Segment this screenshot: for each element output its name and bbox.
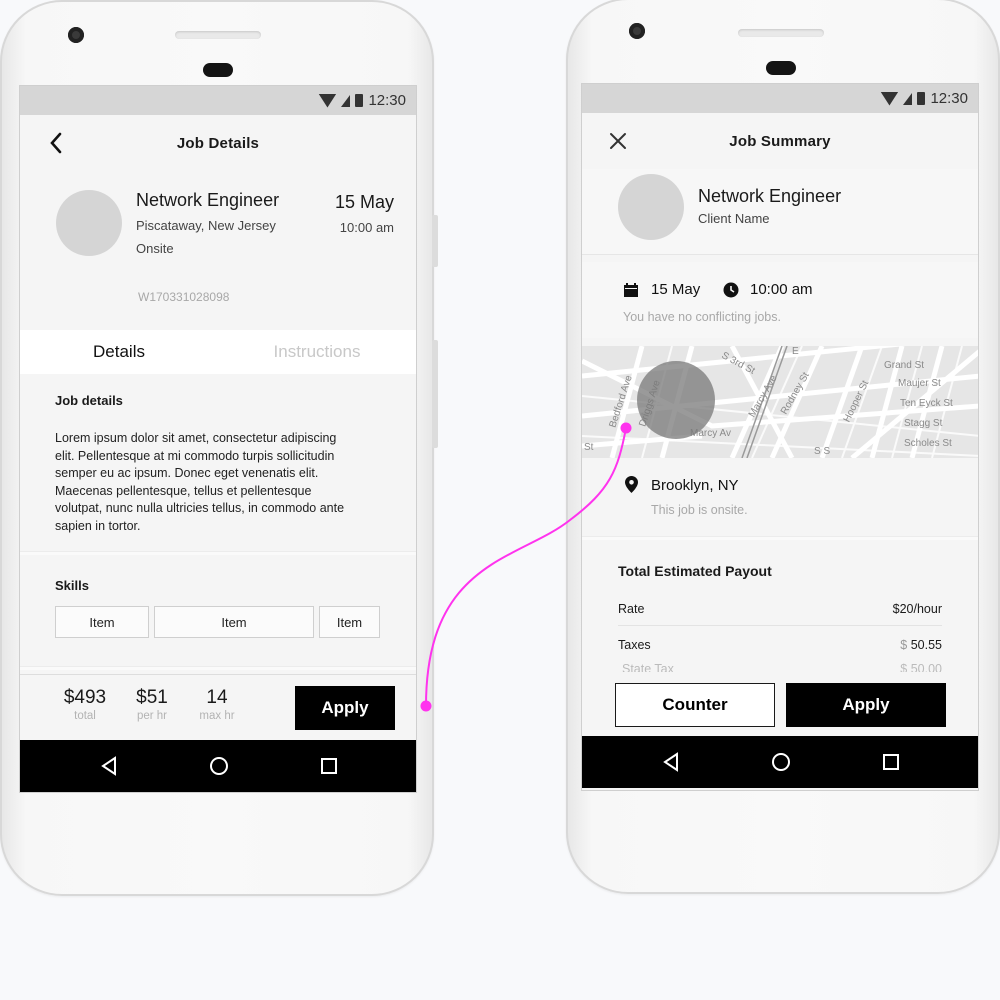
battery-icon — [355, 94, 364, 107]
job-location: Piscataway, New Jersey — [136, 218, 276, 233]
android-nav-bar — [20, 740, 416, 792]
payout-heading: Total Estimated Payout — [618, 563, 772, 579]
schedule-date: 15 May — [651, 281, 701, 298]
earpiece-speaker — [175, 31, 261, 39]
taxes-row: Taxes $ 50.55 — [618, 638, 942, 652]
tab-details[interactable]: Details — [20, 330, 218, 374]
power-button — [432, 340, 438, 448]
stat-total: $493 total — [63, 687, 107, 722]
avatar — [618, 174, 684, 240]
clock-icon — [723, 282, 739, 303]
map-street-label: Scholes St — [904, 438, 952, 449]
action-bar: Counter Apply — [582, 672, 978, 740]
map-street-label: Maujer St — [898, 378, 941, 389]
nav-back-icon[interactable] — [97, 754, 121, 778]
location-place: Brooklyn, NY — [651, 477, 739, 494]
job-type: Onsite — [136, 241, 174, 256]
front-camera — [68, 27, 84, 43]
job-title: Network Engineer — [136, 190, 280, 210]
conflict-note: You have no conflicting jobs. — [623, 310, 781, 324]
front-camera — [629, 23, 645, 39]
job-title: Network Engineer — [698, 186, 842, 206]
app-bar: Job Summary — [582, 113, 978, 169]
map-street-label: Ten Eyck St — [900, 398, 953, 409]
calendar-icon — [623, 282, 639, 303]
status-bar: 12:30 — [20, 86, 416, 115]
app-bar: Job Details — [20, 115, 416, 171]
tab-bar: Details Instructions — [20, 330, 416, 374]
rate-value: $20/hour — [892, 602, 942, 616]
skill-chip[interactable]: Item — [154, 606, 314, 638]
avatar — [56, 190, 122, 256]
status-bar: 12:30 — [582, 84, 978, 113]
wifi-icon — [880, 91, 899, 106]
taxes-amount: $ 50.55 — [900, 638, 942, 652]
status-time: 12:30 — [930, 90, 968, 107]
android-nav-bar — [582, 736, 978, 788]
job-id: W170331028098 — [138, 290, 230, 304]
proximity-sensor — [203, 63, 233, 77]
counter-button[interactable]: Counter — [615, 683, 775, 727]
signal-icon — [903, 92, 913, 105]
rate-label: Rate — [618, 602, 645, 616]
map-street-label: Grand St — [884, 360, 925, 371]
volume-button — [432, 215, 438, 267]
status-time: 12:30 — [368, 92, 406, 109]
job-date: 15 May — [334, 192, 394, 212]
job-summary-screen: 12:30 Job Summary Network Engineer Clien… — [581, 83, 979, 791]
phone-frame-right: 12:30 Job Summary Network Engineer Clien… — [566, 0, 1000, 894]
rate-row: Rate $20/hour — [618, 602, 942, 616]
job-time: 10:00 am — [339, 220, 394, 235]
nav-home-icon[interactable] — [769, 750, 793, 774]
row-divider — [618, 625, 942, 626]
skills-heading: Skills — [55, 578, 89, 593]
nav-recents-icon[interactable] — [879, 750, 903, 774]
nav-back-icon[interactable] — [659, 750, 683, 774]
battery-icon — [917, 92, 926, 105]
schedule-card — [582, 262, 978, 338]
apply-bar: $493 total $51 per hr 14 max hr Apply — [20, 674, 416, 742]
phone-frame-left: 12:30 Job Details Network Engineer Pisca… — [0, 0, 438, 896]
job-details-screen: 12:30 Job Details Network Engineer Pisca… — [19, 85, 417, 793]
stat-max-hr: 14 max hr — [199, 687, 235, 722]
skill-chip[interactable]: Item — [55, 606, 149, 638]
section-divider — [20, 666, 416, 670]
page-title: Job Summary — [729, 132, 831, 150]
taxes-currency: $ — [900, 638, 908, 652]
taxes-label: Taxes — [618, 638, 651, 652]
section-divider — [20, 551, 416, 555]
job-details-heading: Job details — [55, 393, 123, 408]
stat-per-hr: $51 per hr — [136, 687, 168, 722]
map-street-label: Stagg St — [904, 418, 943, 429]
onsite-note: This job is onsite. — [651, 503, 748, 517]
map-street-label: S S — [814, 446, 831, 457]
location-radius-marker — [637, 361, 715, 439]
apply-button[interactable]: Apply — [786, 683, 946, 727]
section-divider — [582, 536, 978, 540]
map-street-label: St — [584, 442, 594, 453]
location-pin-icon — [625, 476, 638, 498]
location-map[interactable]: S 3rd St Bedford Ave Driggs Ave Marcy Av… — [582, 346, 978, 458]
apply-button[interactable]: Apply — [295, 686, 395, 730]
taxes-value: 50.55 — [910, 638, 942, 652]
map-street-label: E — [792, 346, 799, 357]
earpiece-speaker — [738, 29, 824, 37]
nav-home-icon[interactable] — [207, 754, 231, 778]
schedule-time: 10:00 am — [750, 281, 813, 298]
page-title: Job Details — [176, 134, 260, 152]
job-description: Lorem ipsum dolor sit amet, consectetur … — [55, 431, 345, 533]
signal-icon — [341, 94, 351, 107]
tab-instructions[interactable]: Instructions — [218, 330, 416, 374]
proximity-sensor — [766, 61, 796, 75]
client-name: Client Name — [698, 211, 770, 226]
skill-chip[interactable]: Item — [319, 606, 380, 638]
wifi-icon — [318, 93, 337, 108]
nav-recents-icon[interactable] — [317, 754, 341, 778]
